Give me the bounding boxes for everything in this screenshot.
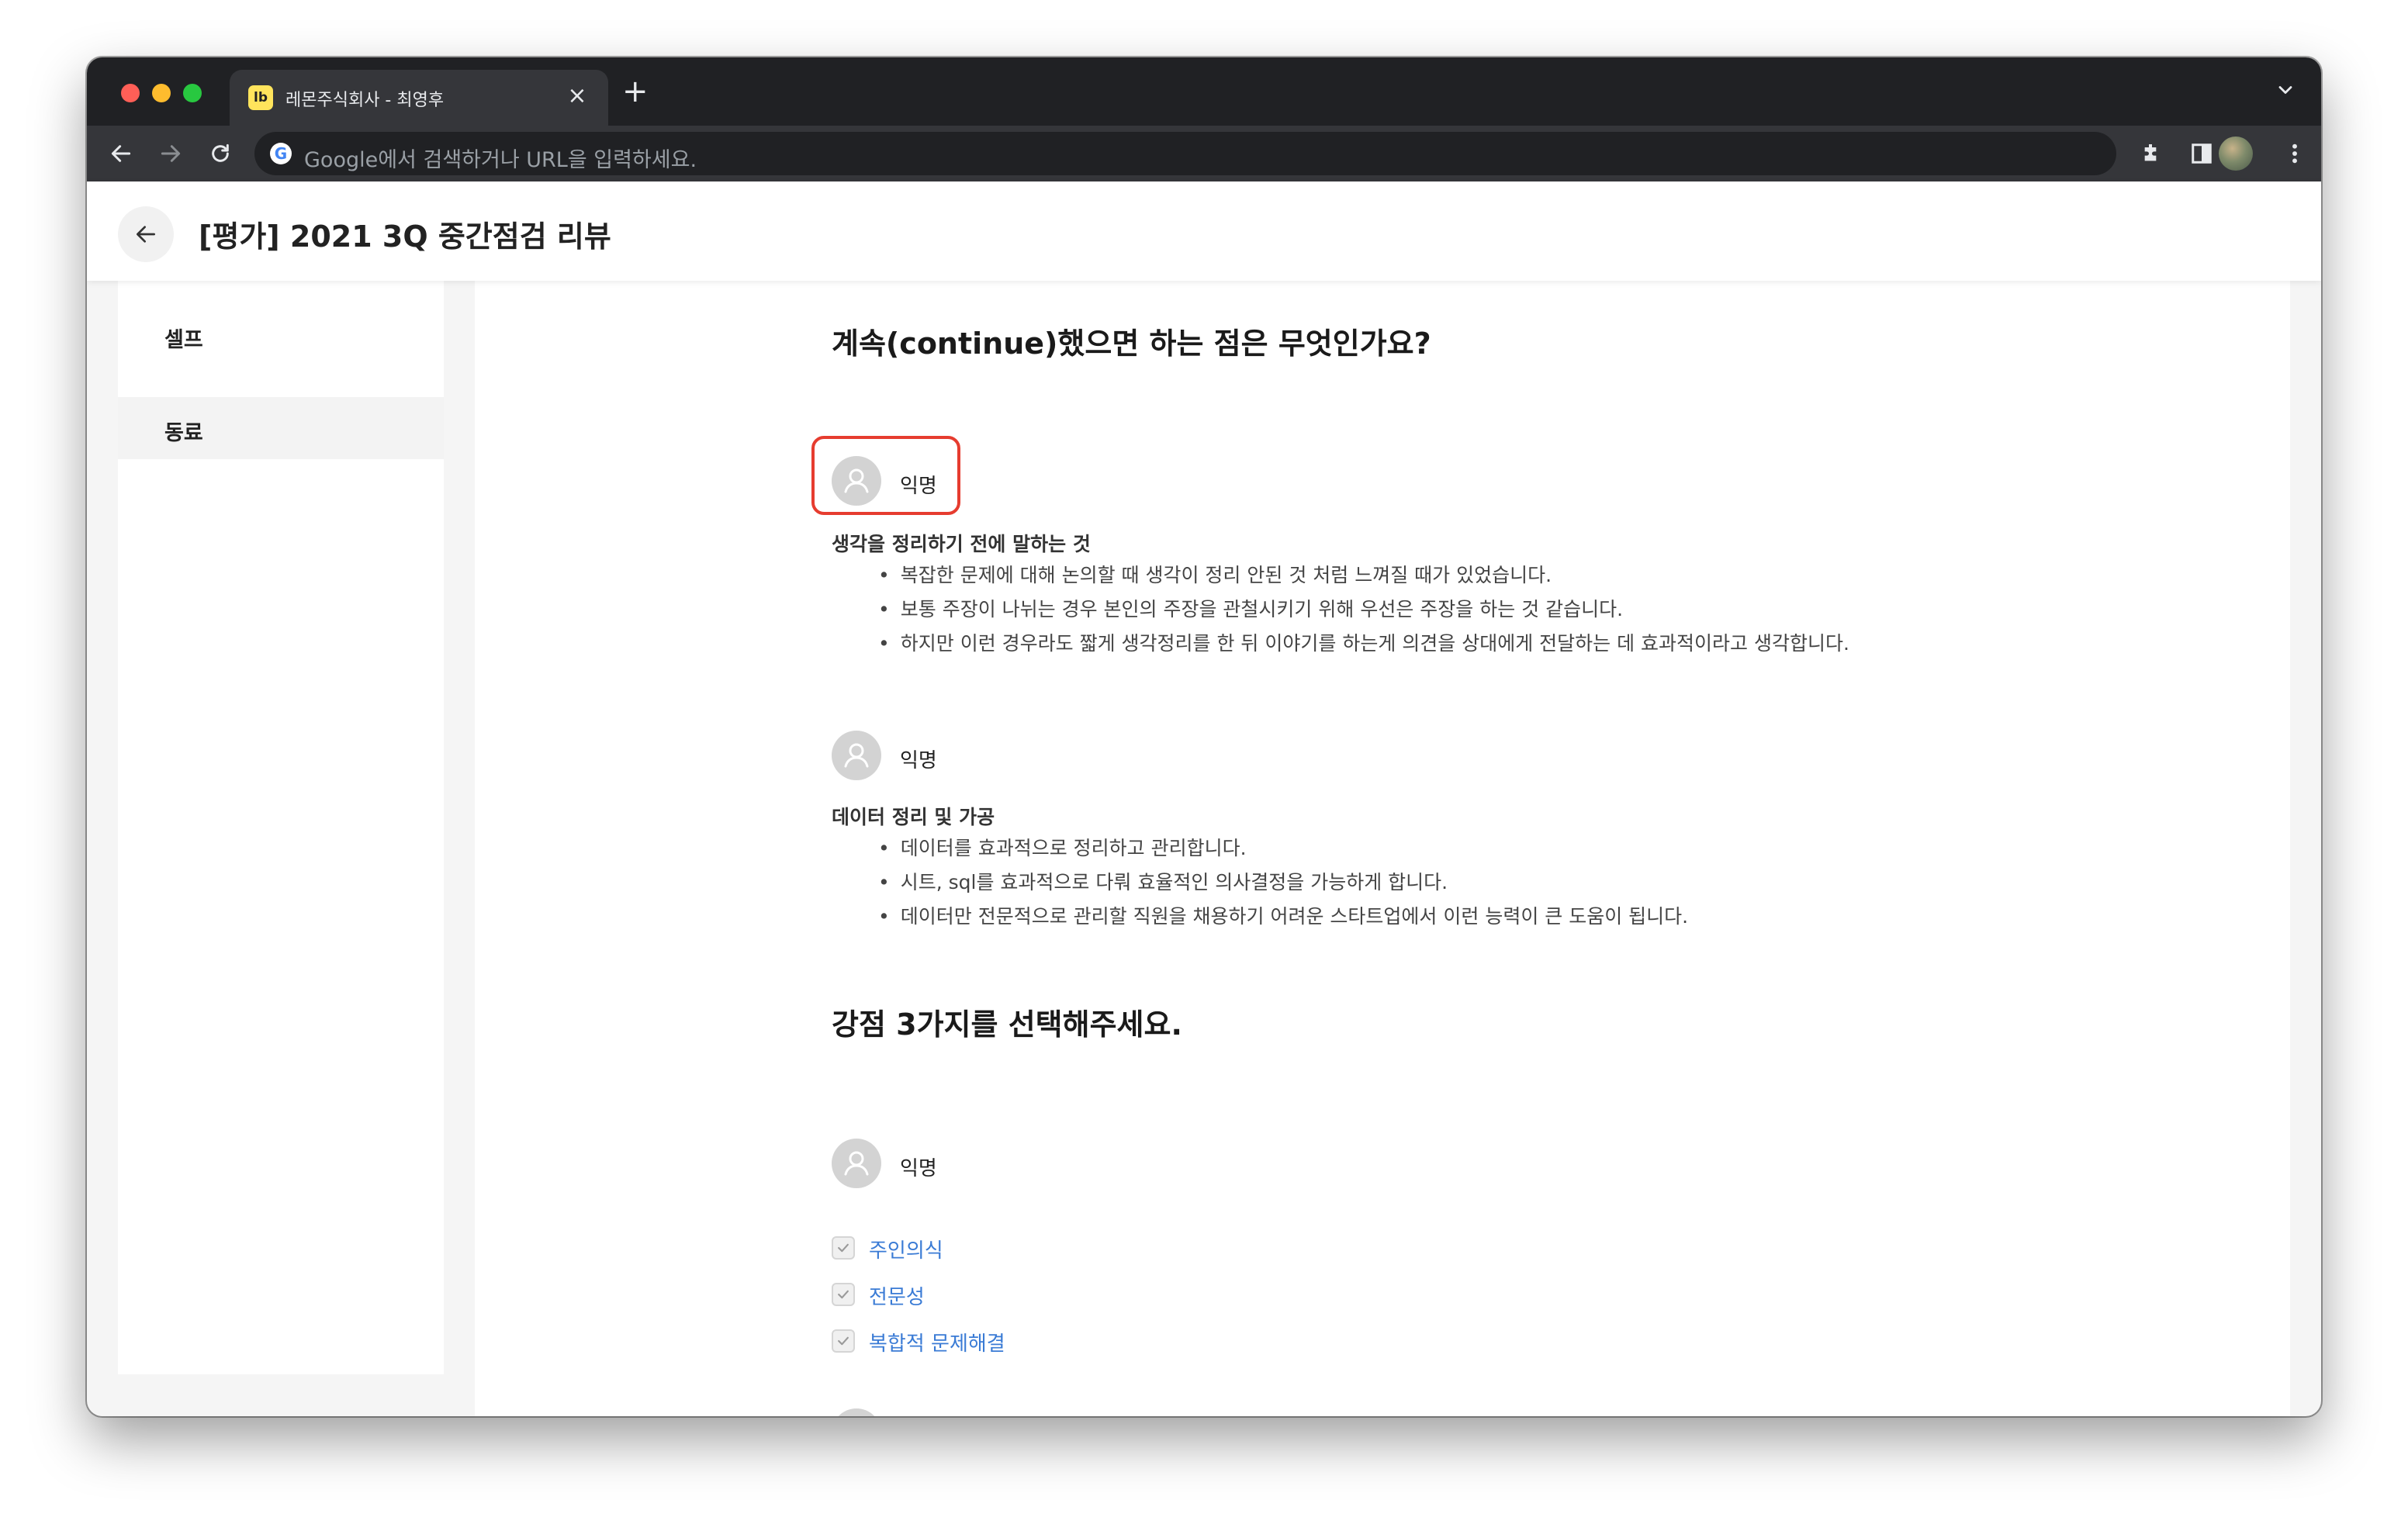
sidebar: 셀프 동료 (118, 281, 444, 1374)
back-arrow-icon[interactable] (104, 137, 138, 171)
author-name: 익명 (900, 475, 937, 498)
checkbox-checked-icon (832, 1329, 855, 1353)
choice-label: 복합적 문제해결 (869, 1332, 1005, 1356)
answer-bullets: 복잡한 문제에 대해 논의할 때 생각이 정리 안된 것 처럼 느껴질 때가 있… (878, 558, 1849, 661)
list-item: 보통 주장이 나뉘는 경우 본인의 주장을 관철시키기 위해 우선은 주장을 하… (878, 593, 1849, 627)
page-title: [평가] 2021 3Q 중간점검 리뷰 (199, 219, 611, 254)
extensions-puzzle-icon[interactable] (2136, 138, 2168, 169)
user-avatar-icon (832, 1408, 881, 1416)
tab-title: 레몬주식회사 - 최영후 (285, 91, 445, 110)
browser-toolbar: G Google에서 검색하거나 URL을 입력하세요. (87, 126, 2321, 181)
answer-heading: 생각을 정리하기 전에 말하는 것 (832, 533, 1091, 555)
user-avatar-icon (832, 1139, 881, 1188)
answer-bullets: 데이터를 효과적으로 정리하고 관리합니다. 시트, sql를 효과적으로 다뤄… (878, 831, 1688, 934)
answer-heading: 데이터 정리 및 가공 (832, 806, 995, 828)
new-tab-button[interactable]: + (622, 74, 649, 109)
profile-avatar[interactable] (2219, 137, 2253, 171)
question-title: 계속(continue)했으면 하는 점은 무엇인가요? (832, 327, 1431, 361)
user-avatar-icon (832, 456, 881, 506)
favicon-icon: lb (248, 85, 273, 110)
reload-icon[interactable] (203, 137, 237, 171)
choice-label: 주인의식 (869, 1239, 943, 1263)
back-button[interactable] (118, 206, 174, 262)
sidebar-item-label: 동료 (164, 421, 203, 445)
close-tab-icon[interactable]: × (562, 81, 593, 112)
author-name: 익명 (900, 749, 937, 772)
list-item: 복잡한 문제에 대해 논의할 때 생각이 정리 안된 것 처럼 느껴질 때가 있… (878, 558, 1849, 593)
app-header: [평가] 2021 3Q 중간점검 리뷰 (87, 181, 2321, 281)
list-item: 데이터만 전문적으로 관리할 직원을 채용하기 어려운 스타트업에서 이런 능력… (878, 900, 1688, 934)
list-item: 하지만 이런 경우라도 짧게 생각정리를 한 뒤 이야기를 하는게 의견을 상대… (878, 627, 1849, 661)
question-title: 강점 3가지를 선택해주세요. (832, 1007, 1182, 1042)
sidebar-item-self[interactable]: 셀프 (118, 304, 444, 366)
list-item: 데이터를 효과적으로 정리하고 관리합니다. (878, 831, 1688, 866)
tab-strip: lb 레몬주식회사 - 최영후 × + (87, 57, 2321, 126)
list-item: 시트, sql를 효과적으로 다뤄 효율적인 의사결정을 가능하게 합니다. (878, 866, 1688, 900)
address-placeholder: Google에서 검색하거나 URL을 입력하세요. (304, 148, 697, 172)
author-name: 익명 (900, 1157, 937, 1180)
maximize-window-button[interactable] (183, 84, 202, 102)
choice-label: 전문성 (869, 1286, 925, 1309)
sidebar-item-peer[interactable]: 동료 (118, 397, 444, 459)
user-avatar-icon (832, 731, 881, 780)
forward-arrow-icon[interactable] (154, 137, 188, 171)
browser-tab[interactable]: lb 레몬주식회사 - 최영후 × (230, 70, 608, 126)
chevron-down-icon[interactable] (2275, 79, 2296, 104)
checkbox-checked-icon (832, 1236, 855, 1260)
close-window-button[interactable] (121, 84, 140, 102)
address-bar[interactable]: G Google에서 검색하거나 URL을 입력하세요. (254, 132, 2116, 175)
side-panel-icon[interactable] (2186, 138, 2217, 169)
sidebar-item-label: 셀프 (164, 328, 203, 352)
back-arrow-icon (137, 226, 155, 243)
main-content: 계속(continue)했으면 하는 점은 무엇인가요? 익명 생각을 정리하기… (475, 281, 2290, 1416)
checkbox-checked-icon (832, 1283, 855, 1306)
minimize-window-button[interactable] (152, 84, 171, 102)
google-icon: G (270, 143, 292, 164)
more-menu-icon[interactable] (2279, 138, 2310, 169)
browser-window: lb 레몬주식회사 - 최영후 × + G Google에서 검색하거나 URL… (87, 57, 2321, 1416)
